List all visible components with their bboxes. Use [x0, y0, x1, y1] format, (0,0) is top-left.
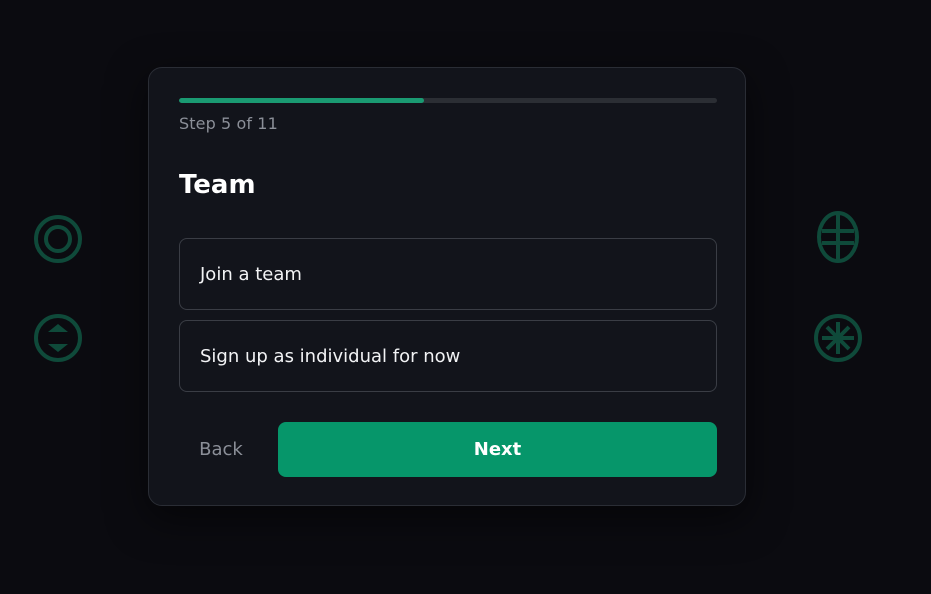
circle-asterisk-icon	[812, 312, 864, 364]
next-button[interactable]: Next	[278, 422, 717, 477]
page-background: Step 5 of 11 Team Join a team Sign up as…	[0, 0, 931, 594]
progress-bar	[179, 98, 717, 103]
page-title: Team	[179, 170, 256, 200]
progress-bar-fill	[179, 98, 424, 103]
option-join-team[interactable]: Join a team	[179, 238, 717, 310]
option-label: Sign up as individual for now	[200, 345, 461, 367]
circle-diamond-icon	[32, 312, 84, 364]
circle-cross-icon	[812, 211, 864, 263]
concentric-circle-icon	[32, 213, 84, 265]
back-button[interactable]: Back	[179, 422, 263, 477]
onboarding-card: Step 5 of 11 Team Join a team Sign up as…	[148, 67, 746, 506]
option-label: Join a team	[200, 263, 302, 285]
option-individual[interactable]: Sign up as individual for now	[179, 320, 717, 392]
step-indicator: Step 5 of 11	[179, 114, 278, 133]
